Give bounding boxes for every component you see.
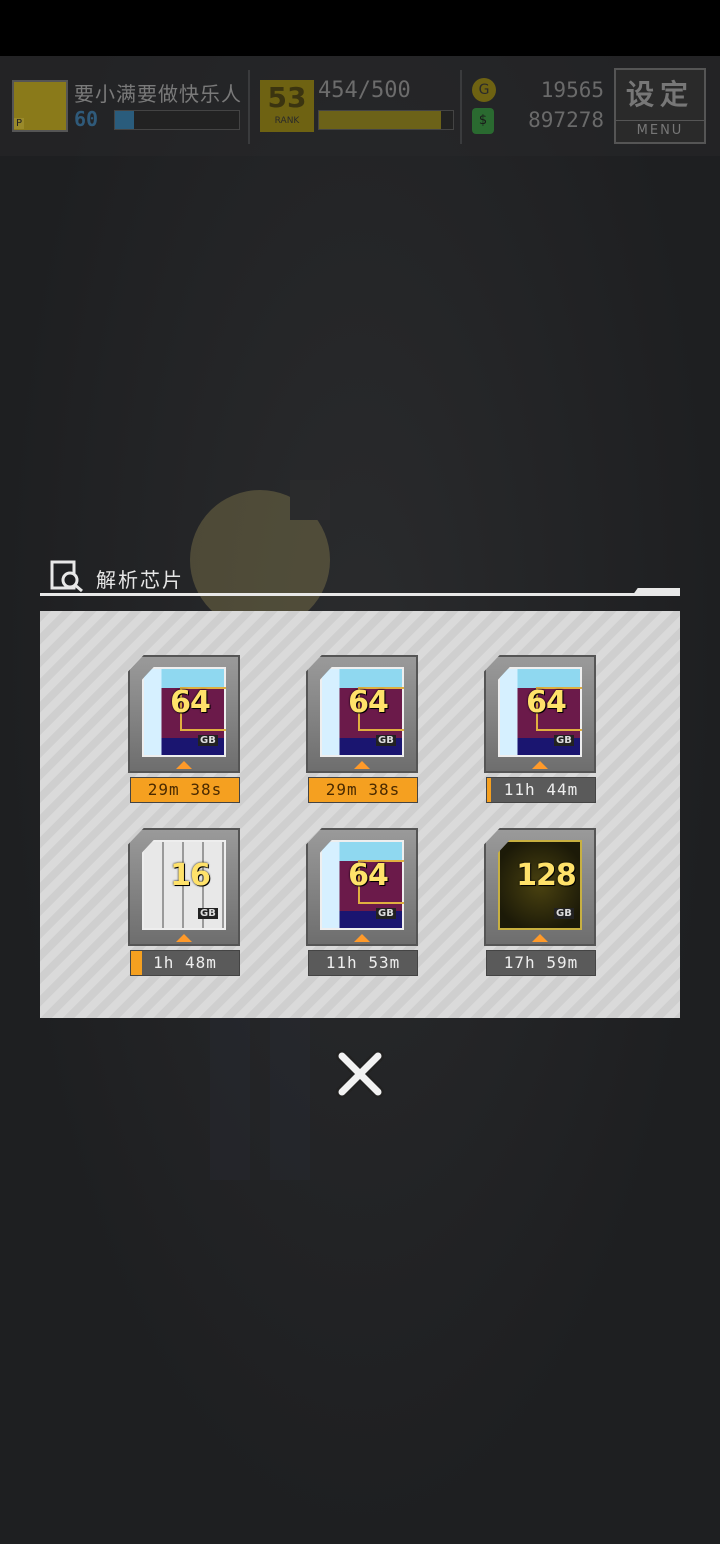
chip-unit: GB [554,735,574,746]
chip-slot[interactable]: 128 GB 17h 59m [484,828,596,978]
coin-icon: G [472,78,496,102]
chip-unit: GB [198,908,218,919]
chip-capacity: 16 [170,858,211,893]
hud-divider [248,70,250,144]
title-divider [40,593,680,596]
chip-capacity: 64 [526,685,567,720]
timer-text: 29m 38s [325,780,401,799]
avatar-tag: P [14,118,25,129]
chip-arrow-icon [354,934,370,942]
timer-text: 17h 59m [503,953,579,972]
player-name: 要小满要做快乐人 [74,82,242,106]
chip-unit: GB [376,908,396,919]
chip-slot[interactable]: 64 GB 11h 44m [484,655,596,805]
menu-button-label-cn: 设定 [625,78,694,111]
rank-badge: 53 RANK [260,80,314,132]
chip-unit: GB [198,735,218,746]
chip-capacity: 128 [516,858,577,893]
status-bar [0,0,720,56]
chip-arrow-icon [354,761,370,769]
stamina-text: 454/500 [318,78,411,103]
chip-arrow-icon [176,934,192,942]
chip-capacity: 64 [348,858,389,893]
title-notch [632,588,680,596]
chip-arrow-icon [532,761,548,769]
gem-icon: $ [472,108,494,134]
level-progress-bar [114,110,240,130]
chip-timer: 29m 38s [130,777,240,803]
chip-slot[interactable]: 64 GB 11h 53m [306,828,418,978]
chip-analysis-icon [50,560,83,592]
timer-text: 11h 44m [503,780,579,799]
coin-value: 19565 [540,78,604,102]
timer-text: 11h 53m [325,953,401,972]
player-level: 60 [74,107,99,131]
timer-progress-fill [131,951,142,975]
chip-timer: 11h 53m [308,950,418,976]
chip-arrow-icon [532,934,548,942]
menu-button-label-en: MENU [616,120,704,141]
chip-slot[interactable]: 64 GB 29m 38s [128,655,240,805]
timer-text: 1h 48m [153,953,217,972]
chip-timer: 17h 59m [486,950,596,976]
close-icon[interactable] [334,1048,386,1100]
menu-button[interactable]: 设定 MENU [614,68,706,144]
chip-capacity: 64 [170,685,211,720]
chip-unit: GB [376,735,396,746]
chip-arrow-icon [176,761,192,769]
dialog-title: 解析芯片 [96,568,184,592]
dialog-header: 解析芯片 [40,558,680,598]
chip-timer: 29m 38s [308,777,418,803]
hud-divider [460,70,462,144]
chip-timer: 11h 44m [486,777,596,803]
chip-unit: GB [554,908,574,919]
timer-text: 29m 38s [147,780,223,799]
gem-value: 897278 [528,108,604,132]
chip-capacity: 64 [348,685,389,720]
chip-timer: 1h 48m [130,950,240,976]
rank-number: 53 [267,81,307,114]
timer-progress-fill [487,778,492,802]
rank-label: RANK [274,116,300,126]
chip-slot[interactable]: 64 GB 29m 38s [306,655,418,805]
stamina-progress-bar [318,110,454,130]
chip-slot[interactable]: 16 GB 1h 48m [128,828,240,978]
